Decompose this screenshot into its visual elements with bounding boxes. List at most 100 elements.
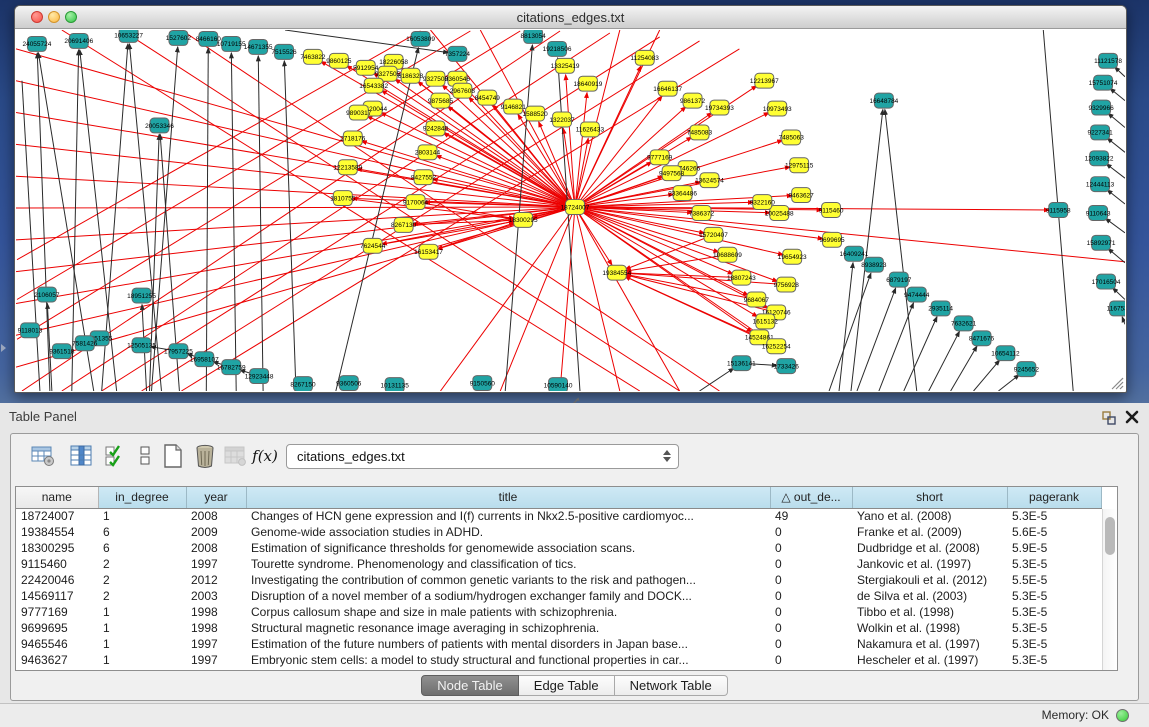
table-cell[interactable]: 5.3E-5 [1007,588,1101,604]
network-graph[interactable]: 2405572420691406106532271527602846616010… [16,30,1125,391]
table-cell[interactable]: 2008 [186,540,246,556]
table-cell[interactable]: Jankovic et al. (1997) [852,556,1007,572]
table-cell[interactable]: 9465546 [16,636,98,652]
tab-network-table[interactable]: Network Table [615,675,728,696]
panel-collapse-arrow-icon[interactable] [1,344,6,352]
table-cell[interactable]: 2 [98,572,186,588]
table-cell[interactable]: 6 [98,540,186,556]
table-row[interactable]: 946362711997Embryonic stem cells: a mode… [16,652,1101,668]
table-cell[interactable]: 0 [770,524,852,540]
table-cell[interactable]: Hescheler et al. (1997) [852,652,1007,668]
table-cell[interactable]: 19384554 [16,524,98,540]
network-window-titlebar[interactable]: citations_edges.txt [15,6,1126,29]
table-options-icon[interactable] [29,442,57,470]
table-cell[interactable]: 1998 [186,620,246,636]
table-cell[interactable]: Embryonic stem cells: a model to study s… [246,652,770,668]
table-cell[interactable]: Investigating the contribution of common… [246,572,770,588]
table-cell[interactable]: 18724007 [16,508,98,524]
import-table-icon[interactable] [221,442,249,470]
table-cell[interactable]: Structural magnetic resonance image aver… [246,620,770,636]
table-cell[interactable]: 1997 [186,636,246,652]
table-cell[interactable]: 6 [98,524,186,540]
table-cell[interactable]: 9777169 [16,604,98,620]
table-row[interactable]: 1456911722003Disruption of a novel membe… [16,588,1101,604]
table-cell[interactable]: 1997 [186,652,246,668]
table-cell[interactable]: 1997 [186,556,246,572]
column-header-title[interactable]: title [246,487,770,508]
close-panel-icon[interactable] [1124,409,1140,425]
resize-grip-icon[interactable] [1112,378,1123,389]
table-cell[interactable]: 0 [770,604,852,620]
table-cell[interactable]: Estimation of the future numbers of pati… [246,636,770,652]
table-cell[interactable]: 9115460 [16,556,98,572]
table-cell[interactable]: 5.3E-5 [1007,620,1101,636]
table-cell[interactable]: Nakamura et al. (1997) [852,636,1007,652]
tab-edge-table[interactable]: Edge Table [519,675,615,696]
table-cell[interactable]: 1 [98,652,186,668]
table-cell[interactable]: 2008 [186,508,246,524]
network-canvas[interactable]: 2405572420691406106532271527602846616010… [16,30,1125,391]
table-cell[interactable]: Tibbo et al. (1998) [852,604,1007,620]
table-cell[interactable]: 1998 [186,604,246,620]
table-cell[interactable]: 5.3E-5 [1007,652,1101,668]
table-row[interactable]: 1872400712008Changes of HCN gene express… [16,508,1101,524]
table-cell[interactable]: 5.3E-5 [1007,508,1101,524]
table-cell[interactable]: 0 [770,572,852,588]
column-header-in_degree[interactable]: in_degree [98,487,186,508]
table-cell[interactable]: 0 [770,540,852,556]
table-row[interactable]: 1938455462009Genome-wide association stu… [16,524,1101,540]
table-cell[interactable]: 49 [770,508,852,524]
table-cell[interactable]: 1 [98,604,186,620]
table-cell[interactable]: 1 [98,508,186,524]
merge-rows-icon[interactable] [131,442,159,470]
table-row[interactable]: 911546021997Tourette syndrome. Phenomeno… [16,556,1101,572]
table-cell[interactable]: 0 [770,588,852,604]
table-cell[interactable]: Yano et al. (2008) [852,508,1007,524]
table-cell[interactable]: Dudbridge et al. (2008) [852,540,1007,556]
table-cell[interactable]: Corpus callosum shape and size in male p… [246,604,770,620]
table-cell[interactable]: 18300295 [16,540,98,556]
column-header-year[interactable]: year [186,487,246,508]
table-selector-dropdown[interactable]: citations_edges.txt [286,444,679,469]
tab-node-table[interactable]: Node Table [421,675,519,696]
select-rows-icon[interactable] [101,442,129,470]
table-cell[interactable]: 5.5E-5 [1007,572,1101,588]
table-cell[interactable]: 2003 [186,588,246,604]
column-header-short[interactable]: short [852,487,1007,508]
table-scrollbar[interactable] [1102,509,1117,670]
delete-table-icon[interactable] [191,442,219,470]
table-cell[interactable]: 0 [770,556,852,572]
network-view-window[interactable]: citations_edges.txt 24055724206914061065… [14,5,1127,393]
table-cell[interactable]: 0 [770,636,852,652]
new-table-icon[interactable] [159,442,187,470]
table-cell[interactable]: Genome-wide association studies in ADHD. [246,524,770,540]
table-cell[interactable]: 2 [98,556,186,572]
table-cell[interactable]: 5.3E-5 [1007,556,1101,572]
scrollbar-thumb[interactable] [1105,517,1115,555]
function-builder-icon[interactable]: f(x) [251,442,279,470]
column-header-out_de[interactable]: △ out_de... [770,487,852,508]
column-chooser-icon[interactable] [67,442,95,470]
table-row[interactable]: 946554611997Estimation of the future num… [16,636,1101,652]
float-panel-icon[interactable] [1101,410,1117,426]
table-cell[interactable]: 9699695 [16,620,98,636]
table-row[interactable]: 1830029562008Estimation of significance … [16,540,1101,556]
column-header-pagerank[interactable]: pagerank [1007,487,1101,508]
table-cell[interactable]: 5.9E-5 [1007,540,1101,556]
table-cell[interactable]: 5.3E-5 [1007,636,1101,652]
table-cell[interactable]: Changes of HCN gene expression and I(f) … [246,508,770,524]
table-cell[interactable]: 1 [98,636,186,652]
table-cell[interactable]: 2 [98,588,186,604]
table-row[interactable]: 977716911998Corpus callosum shape and si… [16,604,1101,620]
table-cell[interactable]: Estimation of significance thresholds fo… [246,540,770,556]
table-cell[interactable]: 2009 [186,524,246,540]
table-cell[interactable]: Wolkin et al. (1998) [852,620,1007,636]
table-cell[interactable]: Tourette syndrome. Phenomenology and cla… [246,556,770,572]
table-cell[interactable]: 9463627 [16,652,98,668]
table-row[interactable]: 969969511998Structural magnetic resonanc… [16,620,1101,636]
table-cell[interactable]: Disruption of a novel member of a sodium… [246,588,770,604]
table-cell[interactable]: Stergiakouli et al. (2012) [852,572,1007,588]
table-row[interactable]: 2242004622012Investigating the contribut… [16,572,1101,588]
table-cell[interactable]: 5.6E-5 [1007,524,1101,540]
column-header-name[interactable]: name [16,487,98,508]
